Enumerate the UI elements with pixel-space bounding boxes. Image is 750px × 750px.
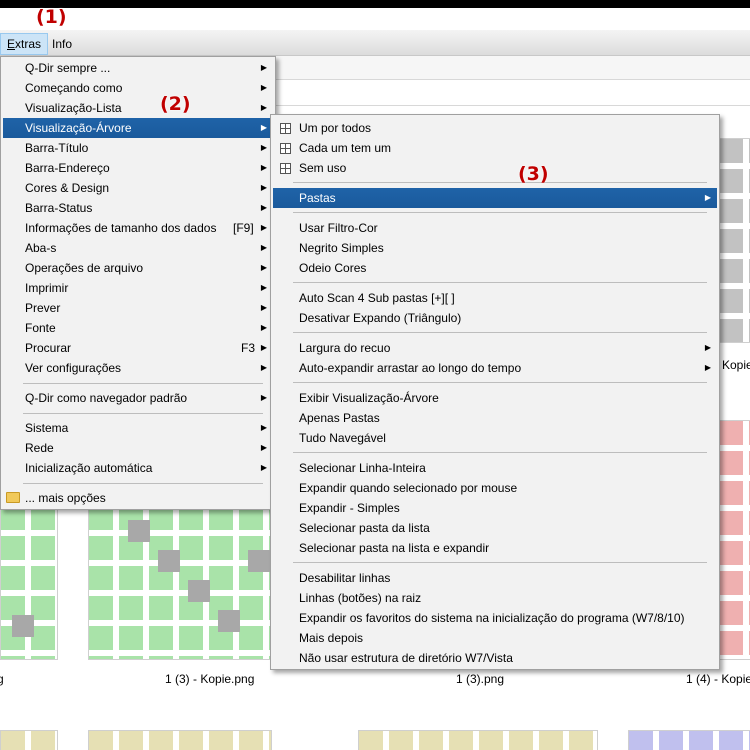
thumb-cell <box>188 580 210 602</box>
menu-item-imprimir[interactable]: Imprimir ▶ <box>3 278 273 298</box>
thumbnail-gray[interactable] <box>718 138 750 343</box>
menu-separator <box>293 212 707 213</box>
background-address-bar <box>276 82 750 106</box>
menu-item-expandir-mouse[interactable]: Expandir quando selecionado por mouse <box>273 478 717 498</box>
menu-separator <box>293 182 707 183</box>
menu-item-inicializacao-automatica[interactable]: Inicialização automática ▶ <box>3 458 273 478</box>
thumbnail-green[interactable] <box>88 505 272 660</box>
menu-item-selecionar-pasta-expandir[interactable]: Selecionar pasta na lista e expandir <box>273 538 717 558</box>
menu-item-prever[interactable]: Prever ▶ <box>3 298 273 318</box>
menu-separator <box>293 382 707 383</box>
menu-item-expandir-simples[interactable]: Expandir - Simples <box>273 498 717 518</box>
menu-item-desabilitar-linhas[interactable]: Desabilitar linhas <box>273 568 717 588</box>
menu-item-mais-opcoes[interactable]: ... mais opções <box>3 488 273 508</box>
grid-icon <box>280 143 291 154</box>
menu-item-odeio-cores[interactable]: Odeio Cores <box>273 258 717 278</box>
file-label[interactable]: g <box>0 672 4 686</box>
menu-separator <box>293 452 707 453</box>
thumbnail-yellow[interactable] <box>0 730 58 750</box>
callout-1: (1) <box>36 6 67 28</box>
thumbnail-yellow[interactable] <box>88 730 272 750</box>
thumb-cell <box>12 615 34 637</box>
menu-item-mais-depois[interactable]: Mais depois <box>273 628 717 648</box>
tree-view-submenu: Um por todos Cada um tem um Sem uso Past… <box>270 114 720 670</box>
callout-2: (2) <box>160 93 191 115</box>
menu-item-sem-uso[interactable]: Sem uso <box>273 158 717 178</box>
menu-item-fonte[interactable]: Fonte ▶ <box>3 318 273 338</box>
menu-separator <box>23 483 263 484</box>
menu-item-comecando-como[interactable]: Começando como ▶ <box>3 78 273 98</box>
grid-icon <box>280 163 291 174</box>
menu-item-apenas-pastas[interactable]: Apenas Pastas <box>273 408 717 428</box>
menu-item-visualizacao-arvore[interactable]: Visualização-Árvore ▶ <box>3 118 273 138</box>
menu-separator <box>23 413 263 414</box>
menu-item-procurar[interactable]: Procurar F3 ▶ <box>3 338 273 358</box>
thumbnail-blue[interactable] <box>628 730 750 750</box>
menu-item-navegador-padrao[interactable]: Q-Dir como navegador padrão ▶ <box>3 388 273 408</box>
menu-item-linhas-raiz[interactable]: Linhas (botões) na raiz <box>273 588 717 608</box>
grid-icon <box>280 123 291 134</box>
thumb-cell <box>218 610 240 632</box>
menu-separator <box>293 562 707 563</box>
menu-item-q-dir-sempre[interactable]: Q-Dir sempre ... ▶ <box>3 58 273 78</box>
file-label[interactable]: Kopie <box>722 358 750 372</box>
menu-item-sistema[interactable]: Sistema ▶ <box>3 418 273 438</box>
menu-item-largura-recuo[interactable]: Largura do recuo ▶ <box>273 338 717 358</box>
menu-item-expandir-favoritos[interactable]: Expandir os favoritos do sistema na inic… <box>273 608 717 628</box>
background-toolbar <box>276 56 750 80</box>
menu-item-cada-um-tem-um[interactable]: Cada um tem um <box>273 138 717 158</box>
menu-item-barra-endereco[interactable]: Barra-Endereço ▶ <box>3 158 273 178</box>
menu-item-exibir-visualizacao-arvore[interactable]: Exibir Visualização-Árvore <box>273 388 717 408</box>
folder-icon <box>6 492 20 503</box>
thumb-cell <box>248 550 270 572</box>
menu-item-tamanho-dados[interactable]: Informações de tamanho dos dados [F9] ▶ <box>3 218 273 238</box>
menu-item-ver-configuracoes[interactable]: Ver configurações ▶ <box>3 358 273 378</box>
menu-separator <box>293 332 707 333</box>
menu-item-rede[interactable]: Rede ▶ <box>3 438 273 458</box>
thumbnail-red[interactable] <box>718 420 750 660</box>
menu-item-operacoes-arquivo[interactable]: Operações de arquivo ▶ <box>3 258 273 278</box>
menu-extras[interactable]: Extras <box>0 33 49 55</box>
file-label[interactable]: 1 (3).png <box>456 672 504 686</box>
menu-item-visualizacao-lista[interactable]: Visualização-Lista ▶ <box>3 98 273 118</box>
thumb-cell <box>158 550 180 572</box>
menu-item-tudo-navegavel[interactable]: Tudo Navegável <box>273 428 717 448</box>
menu-item-selecionar-linha-inteira[interactable]: Selecionar Linha-Inteira <box>273 458 717 478</box>
menu-item-negrito-simples[interactable]: Negrito Simples <box>273 238 717 258</box>
menu-item-cores-design[interactable]: Cores & Design ▶ <box>3 178 273 198</box>
menu-item-desativar-expando[interactable]: Desativar Expando (Triângulo) <box>273 308 717 328</box>
menu-item-auto-expandir[interactable]: Auto-expandir arrastar ao longo do tempo… <box>273 358 717 378</box>
menu-item-abas[interactable]: Aba-s ▶ <box>3 238 273 258</box>
thumb-cell <box>128 520 150 542</box>
top-black-bar <box>0 0 750 8</box>
file-label[interactable]: 1 (3) - Kopie.png <box>165 672 254 686</box>
menu-item-auto-scan[interactable]: Auto Scan 4 Sub pastas [+][ ] <box>273 288 717 308</box>
menu-item-selecionar-pasta-lista[interactable]: Selecionar pasta da lista <box>273 518 717 538</box>
menu-separator <box>23 383 263 384</box>
file-label[interactable]: 1 (4) - Kopie <box>686 672 750 686</box>
menu-item-um-por-todos[interactable]: Um por todos <box>273 118 717 138</box>
menu-item-usar-filtro-cor[interactable]: Usar Filtro-Cor <box>273 218 717 238</box>
menu-item-barra-status[interactable]: Barra-Status ▶ <box>3 198 273 218</box>
thumbnail-yellow[interactable] <box>358 730 598 750</box>
extras-menu: Q-Dir sempre ... ▶ Começando como ▶ Visual… <box>0 56 276 510</box>
callout-3: (3) <box>518 163 549 185</box>
menu-item-barra-titulo[interactable]: Barra-Título ▶ <box>3 138 273 158</box>
menu-info[interactable]: Info <box>46 33 78 55</box>
menu-bar: Extras Info <box>0 30 750 56</box>
menu-item-pastas[interactable]: Pastas ▶ <box>273 188 717 208</box>
menu-item-nao-usar-estrutura[interactable]: Não usar estrutura de diretório W7/Vista <box>273 648 717 668</box>
menu-separator <box>293 282 707 283</box>
